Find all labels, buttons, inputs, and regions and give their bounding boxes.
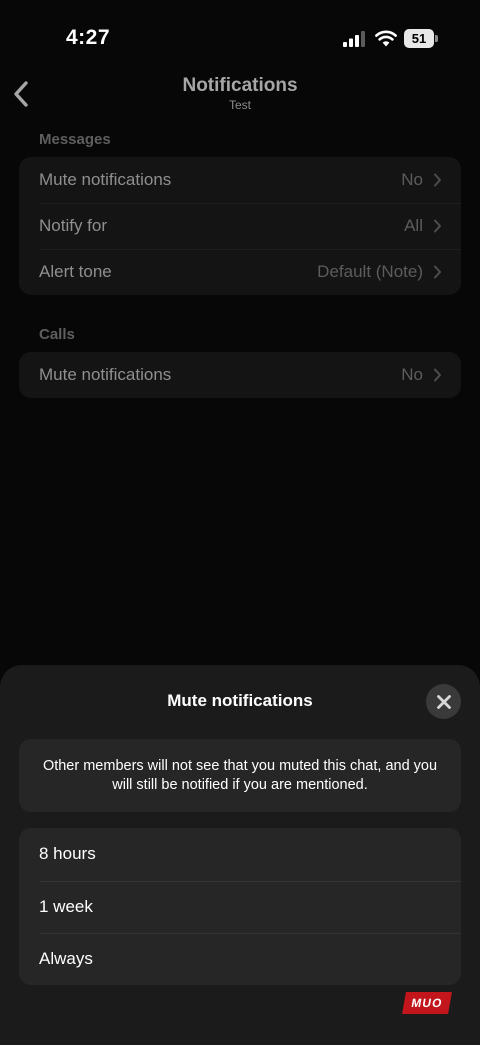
row-value: No (401, 170, 423, 189)
section-header-messages: Messages (39, 131, 111, 148)
row-notify-for[interactable]: Notify for All (19, 203, 461, 249)
info-card: Other members will not see that you mute… (19, 739, 461, 812)
option-always[interactable]: Always (19, 933, 461, 985)
row-label: Mute notifications (39, 170, 172, 189)
chevron-right-icon (433, 173, 443, 187)
watermark-logo: MUO (402, 992, 452, 1014)
chevron-right-icon (433, 265, 443, 279)
row-calls-mute-notifications[interactable]: Mute notifications No (19, 352, 461, 398)
row-value: No (401, 365, 423, 384)
chevron-right-icon (433, 219, 443, 233)
row-value: Default (Note) (317, 262, 423, 281)
messages-settings-group: Mute notifications No Notify for All Ale… (19, 157, 461, 295)
sheet-title: Mute notifications (167, 691, 313, 710)
row-label: Notify for (39, 216, 108, 235)
calls-settings-group: Mute notifications No (19, 352, 461, 398)
mute-duration-options: 8 hours 1 week Always (19, 828, 461, 985)
row-alert-tone[interactable]: Alert tone Default (Note) (19, 249, 461, 295)
page-title: Notifications (182, 75, 298, 96)
info-text: Other members will not see that you mute… (42, 757, 438, 793)
close-icon (436, 694, 451, 709)
row-label: Mute notifications (39, 365, 172, 384)
section-header-calls: Calls (39, 326, 75, 343)
row-label: Alert tone (39, 262, 112, 281)
screen: 4:27 51 Notifications Test Messages Mute… (0, 0, 480, 1045)
page-subtitle: Test (228, 98, 251, 112)
row-value: All (404, 216, 423, 235)
mute-notifications-sheet: Mute notifications Other members will no… (0, 665, 480, 1045)
row-mute-notifications[interactable]: Mute notifications No (19, 157, 461, 203)
option-1-week[interactable]: 1 week (19, 880, 461, 934)
chevron-right-icon (433, 368, 443, 382)
close-button[interactable] (426, 684, 461, 719)
option-8-hours[interactable]: 8 hours (19, 828, 461, 881)
